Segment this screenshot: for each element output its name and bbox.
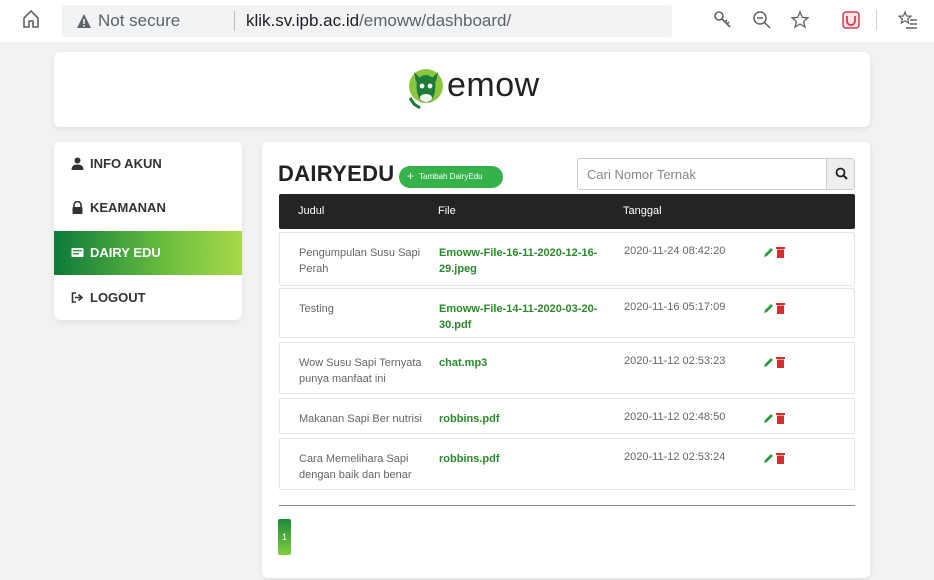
sidebar: INFO AKUN KEAMANAN DAIRY EDU LOGOUT (54, 142, 242, 320)
cell-judul: Wow Susu Sapi Ternyata punya manfaat ini (299, 357, 422, 385)
plus-icon: + (407, 169, 415, 183)
table-row: Pengumpulan Susu Sapi Perah Emoww-File-1… (279, 232, 855, 286)
edit-pencil-icon[interactable] (763, 356, 774, 368)
extension-icon[interactable] (841, 10, 861, 30)
header-card: emow (54, 52, 870, 127)
sidebar-item-label: KEAMANAN (90, 200, 166, 215)
sign-out-icon (71, 292, 84, 303)
search-input[interactable] (578, 159, 826, 189)
sidebar-item-logout[interactable]: LOGOUT (54, 276, 242, 320)
browser-toolbar: Not secure klik.sv.ipb.ac.id/emoww/dashb… (0, 0, 934, 42)
cow-logo-icon (408, 69, 443, 110)
toolbar-divider (876, 10, 877, 30)
home-icon[interactable] (22, 9, 40, 29)
table-row: Testing Emoww-File-14-11-2020-03-20-30.p… (279, 288, 855, 338)
sidebar-item-keamanan[interactable]: KEAMANAN (54, 186, 242, 230)
cell-tanggal: 2020-11-12 02:48:50 (624, 411, 726, 423)
table-header: Judul File Tanggal (279, 194, 855, 229)
column-header-judul: Judul (298, 205, 325, 217)
sidebar-item-label: DAIRY EDU (90, 245, 161, 260)
zoom-out-icon[interactable] (752, 10, 772, 30)
search-button[interactable] (826, 159, 854, 189)
sidebar-item-dairy-edu[interactable]: DAIRY EDU (54, 231, 242, 275)
cell-judul: Makanan Sapi Ber nutrisi (299, 413, 422, 425)
search-icon (835, 167, 848, 180)
cell-judul: Cara Memelihara Sapi dengan baik dan ben… (299, 453, 412, 481)
logo-text: emow (447, 66, 540, 104)
column-header-file: File (438, 205, 456, 217)
edit-pencil-icon[interactable] (763, 412, 774, 424)
cell-tanggal: 2020-11-12 02:53:24 (624, 451, 726, 463)
sidebar-item-label: INFO AKUN (90, 156, 162, 171)
cell-file-link[interactable]: Emoww-File-16-11-2020-12-16-29.jpeg (439, 245, 599, 277)
add-dairyedu-button[interactable]: + Tambah DairyEdu (399, 166, 503, 188)
cell-file-link[interactable]: robbins.pdf (439, 411, 599, 427)
delete-trash-icon[interactable] (776, 302, 785, 314)
row-actions (763, 412, 791, 426)
url-path: /emoww/dashboard/ (359, 11, 512, 30)
delete-trash-icon[interactable] (776, 412, 785, 424)
table-divider (279, 505, 855, 506)
card-icon (71, 248, 84, 257)
favorites-icon[interactable] (898, 10, 918, 30)
delete-trash-icon[interactable] (776, 452, 785, 464)
row-actions (763, 302, 791, 316)
add-button-label: Tambah DairyEdu (419, 172, 483, 181)
sidebar-item-label: LOGOUT (90, 290, 146, 305)
column-header-tanggal: Tanggal (623, 205, 662, 217)
table-row: Wow Susu Sapi Ternyata punya manfaat ini… (279, 342, 855, 394)
key-icon[interactable] (713, 10, 733, 30)
edit-pencil-icon[interactable] (763, 452, 774, 464)
delete-trash-icon[interactable] (776, 246, 785, 258)
search-box (577, 158, 855, 190)
row-actions (763, 452, 791, 466)
cell-file-link[interactable]: chat.mp3 (439, 355, 599, 371)
address-bar[interactable]: Not secure klik.sv.ipb.ac.id/emoww/dashb… (62, 5, 672, 37)
lock-icon (72, 201, 83, 214)
row-actions (763, 246, 791, 260)
security-label[interactable]: Not secure (98, 11, 180, 31)
cell-tanggal: 2020-11-12 02:53:23 (624, 355, 726, 367)
sidebar-item-info-akun[interactable]: INFO AKUN (54, 142, 242, 186)
bookmark-star-icon[interactable] (790, 10, 810, 30)
edit-pencil-icon[interactable] (763, 246, 774, 258)
cell-file-link[interactable]: Emoww-File-14-11-2020-03-20-30.pdf (439, 301, 599, 333)
cell-judul: Pengumpulan Susu Sapi Perah (299, 247, 421, 275)
table-row: Makanan Sapi Ber nutrisi robbins.pdf 202… (279, 398, 855, 434)
cell-judul: Testing (299, 303, 334, 315)
cell-tanggal: 2020-11-16 05:17:09 (624, 301, 726, 313)
pagination-page-button[interactable]: 1 (278, 519, 291, 555)
cell-tanggal: 2020-11-24 08:42:20 (624, 245, 726, 257)
table-row: Cara Memelihara Sapi dengan baik dan ben… (279, 438, 855, 490)
cell-file-link[interactable]: robbins.pdf (439, 451, 599, 467)
user-icon (71, 157, 84, 170)
delete-trash-icon[interactable] (776, 356, 785, 368)
warning-icon[interactable] (76, 13, 92, 29)
url-text[interactable]: klik.sv.ipb.ac.id/emoww/dashboard/ (246, 11, 511, 31)
main-card: DAIRYEDU + Tambah DairyEdu Judul File Ta… (262, 142, 870, 578)
edit-pencil-icon[interactable] (763, 302, 774, 314)
page-title: DAIRYEDU (278, 161, 395, 186)
url-domain: klik.sv.ipb.ac.id (246, 11, 360, 30)
row-actions (763, 356, 791, 370)
address-divider (234, 11, 235, 31)
